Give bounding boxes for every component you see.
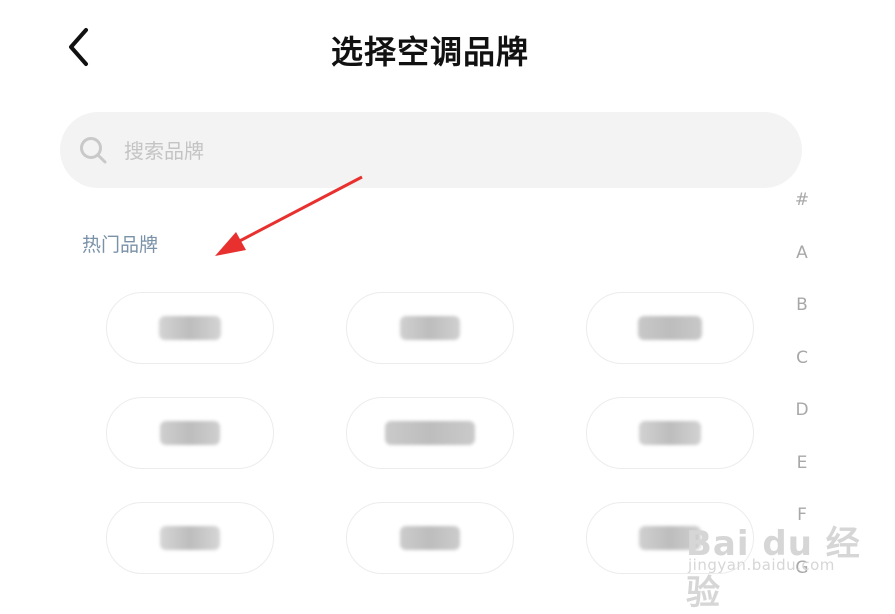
brand-button[interactable] (346, 502, 514, 574)
brand-button[interactable] (106, 397, 274, 469)
brand-button[interactable] (586, 292, 754, 364)
brand-label-obscured (159, 316, 221, 340)
brand-button[interactable] (586, 397, 754, 469)
brand-label-obscured (160, 421, 220, 445)
brand-button[interactable] (346, 292, 514, 364)
brand-label-obscured (400, 316, 460, 340)
brand-button[interactable] (586, 502, 754, 574)
brand-label-obscured (638, 316, 702, 340)
brand-button[interactable] (346, 397, 514, 469)
index-letter[interactable]: F (786, 501, 818, 554)
search-bar[interactable] (60, 112, 802, 188)
header-bar: 选择空调品牌 (0, 0, 895, 96)
brand-button[interactable] (106, 502, 274, 574)
section-title-hot-brands: 热门品牌 (82, 234, 159, 256)
alphabet-index[interactable]: # A B C D E F G (786, 186, 818, 606)
brand-button[interactable] (106, 292, 274, 364)
search-icon (80, 137, 107, 164)
brand-label-obscured (385, 421, 475, 445)
index-letter[interactable]: E (786, 449, 818, 502)
brand-label-obscured (639, 421, 701, 445)
index-letter[interactable]: G (786, 554, 818, 607)
brand-label-obscured (400, 526, 460, 550)
page-title: 选择空调品牌 (330, 33, 529, 71)
index-letter[interactable]: A (786, 239, 818, 292)
index-letter[interactable]: D (786, 396, 818, 449)
brand-label-obscured (160, 526, 220, 550)
search-input[interactable] (122, 130, 766, 172)
brand-label-obscured (639, 526, 701, 550)
index-letter[interactable]: B (786, 291, 818, 344)
index-letter[interactable]: # (786, 186, 818, 239)
index-letter[interactable]: C (786, 344, 818, 397)
